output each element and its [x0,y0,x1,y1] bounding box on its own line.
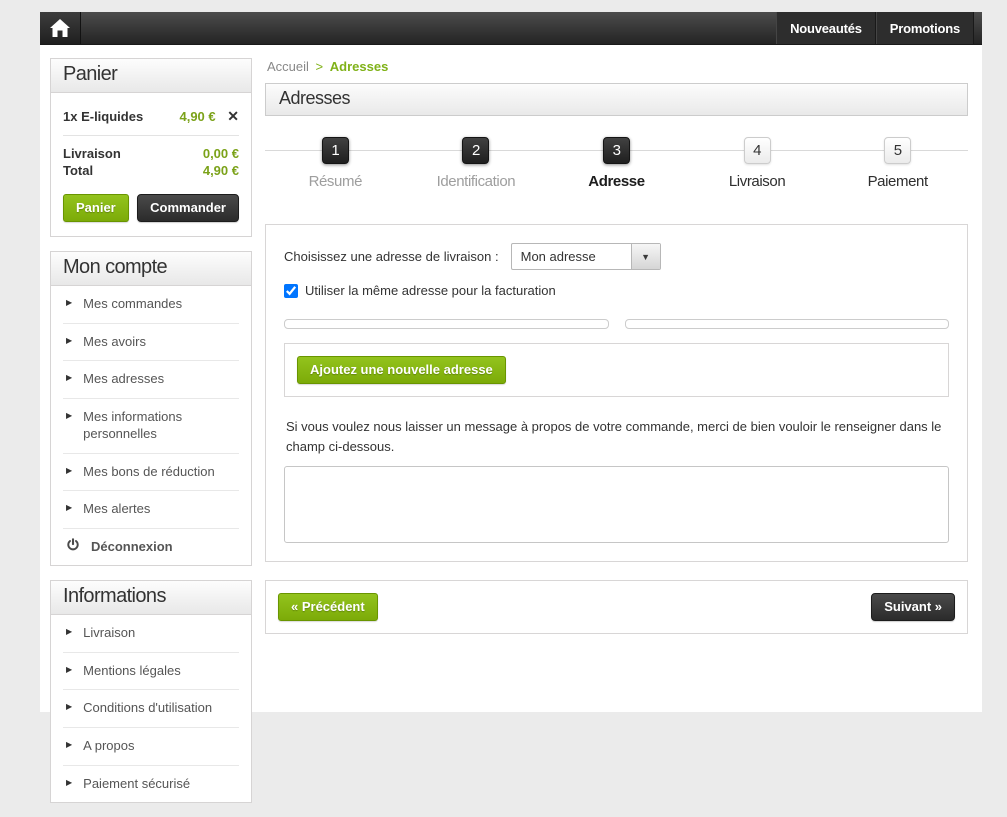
breadcrumb-home-link[interactable]: Accueil [267,59,309,74]
navbar-end-gap [974,12,982,44]
checkout-button[interactable]: Commander [137,194,239,222]
navbar-spacer [81,12,776,44]
cart-shipping-label: Livraison [63,146,121,161]
step-resume[interactable]: 1 Résumé [265,137,406,190]
billing-address-box [624,319,949,329]
sidebar-item-label: Conditions d'utilisation [83,700,213,716]
step-identification[interactable]: 2 Identification [406,137,547,190]
cart-block-title: Panier [51,59,251,93]
address-select[interactable]: Mon adresse ▼ [510,243,661,270]
page-title: Adresses [265,83,968,116]
information-block: Informations ▶ Livraison ▶ Mentions léga… [50,580,252,804]
nav-item-promotions[interactable]: Promotions [875,12,974,44]
cart-total-label: Total [63,163,94,178]
address-select-value: Mon adresse [520,249,596,264]
same-billing-address-label: Utiliser la même adresse pour la factura… [305,283,556,298]
arrow-right-icon: ▶ [66,702,73,712]
cart-item-row: 1x E-liquides 4,90 € ✕ [63,99,239,136]
sidebar-item-mes-alertes[interactable]: ▶ Mes alertes [63,491,239,529]
page-container: Nouveautés Promotions Panier 1x E-liquid… [40,12,982,804]
breadcrumb-current: Adresses [329,59,389,74]
sidebar-item-label: Mes commandes [83,296,183,311]
arrow-right-icon: ▶ [66,410,73,420]
sidebar-item-conditions-dutilisation[interactable]: ▶ Conditions d'utilisation [63,690,239,729]
sidebar-item-mes-adresses[interactable]: ▶ Mes adresses [63,361,239,399]
sidebar-item-livraison[interactable]: ▶ Livraison [63,615,239,653]
cart-button[interactable]: Panier [63,194,129,222]
step-label: Livraison [728,173,786,190]
arrow-right-icon: ▶ [66,664,73,674]
account-block-title: Mon compte [51,252,251,286]
step-label: Paiement [867,173,929,190]
sidebar-item-paiement-securise[interactable]: ▶ Paiement sécurisé [63,766,239,803]
sidebar-item-label: Mes avoirs [83,333,147,349]
step-number: 4 [743,137,771,164]
information-block-title: Informations [51,581,251,616]
power-icon [67,538,79,551]
sidebar-item-mentions-legales[interactable]: ▶ Mentions légales [63,653,239,691]
arrow-right-icon: ▶ [66,627,73,637]
home-icon [50,19,70,37]
breadcrumb: Accueil > Adresses [267,59,968,74]
step-label: Résumé [308,173,363,190]
step-livraison: 4 Livraison [687,137,828,190]
step-label: Identification [436,173,516,190]
sidebar-item-label: Mes bons de réduction [83,463,215,479]
arrow-right-icon: ▶ [66,298,73,307]
step-number: 2 [462,137,490,164]
step-number: 1 [321,137,349,164]
arrow-right-icon: ▶ [66,335,73,345]
arrow-right-icon: ▶ [66,465,73,475]
previous-button[interactable]: « Précédent [278,593,378,622]
order-message-hint: Si vous voulez nous laisser un message à… [286,419,942,455]
arrow-right-icon: ▶ [66,777,73,787]
sidebar-item-mes-informations-personnelles[interactable]: ▶ Mes informations personnelles [63,399,239,454]
add-address-button[interactable]: Ajoutez une nouvelle adresse [297,356,506,384]
address-select-label: Choisissez une adresse de livraison : [284,249,499,264]
sidebar-item-mes-avoirs[interactable]: ▶ Mes avoirs [63,324,239,362]
sidebar-item-mes-commandes[interactable]: ▶ Mes commandes [63,286,239,324]
delivery-address-box [284,319,609,329]
account-block: Mon compte ▶ Mes commandes ▶ Mes avoirs … [50,251,252,567]
cart-block: Panier 1x E-liquides 4,90 € ✕ Livraison … [50,58,252,237]
sidebar-item-mes-bons-de-reduction[interactable]: ▶ Mes bons de réduction [63,454,239,492]
sidebar-item-label: A propos [83,738,135,754]
checkout-steps: 1 Résumé 2 Identification 3 Adresse 4 Li… [265,137,968,202]
arrow-right-icon: ▶ [66,503,73,513]
address-form-box: Choisissez une adresse de livraison : Mo… [265,224,968,563]
sidebar-item-label: Mes informations personnelles [83,408,183,442]
sidebar-item-deconnexion[interactable]: Déconnexion [63,529,239,566]
sidebar-item-label: Mes adresses [83,371,165,387]
add-address-container: Ajoutez une nouvelle adresse [284,343,949,397]
order-message-textarea[interactable] [284,466,949,544]
sidebar-item-label: Livraison [83,625,136,641]
step-adresse: 3 Adresse [546,137,687,190]
top-navbar: Nouveautés Promotions [40,12,982,45]
next-button[interactable]: Suivant » [871,593,955,622]
cart-item-label: 1x E-liquides [63,109,144,124]
cart-shipping-value: 0,00 € [202,146,239,161]
home-button[interactable] [40,12,81,44]
arrow-right-icon: ▶ [66,740,73,750]
sidebar-item-label: Déconnexion [91,538,173,554]
step-number: 5 [884,137,912,164]
cart-item-price: 4,90 € [179,109,216,124]
arrow-right-icon: ▶ [66,373,73,383]
sidebar-item-label: Mes alertes [83,501,151,517]
sidebar-item-label: Mentions légales [83,662,181,678]
sidebar-item-label: Paiement sécurisé [83,775,191,791]
main-content: Accueil > Adresses Adresses 1 Résumé 2 I… [265,58,968,817]
remove-item-icon[interactable]: ✕ [227,108,239,124]
cart-total-value: 4,90 € [202,163,239,178]
nav-item-nouveautes[interactable]: Nouveautés [776,12,876,44]
step-label: Adresse [588,173,645,190]
chevron-down-icon: ▼ [630,244,660,269]
sidebar-item-a-propos[interactable]: ▶ A propos [63,728,239,766]
step-paiement: 5 Paiement [827,137,968,190]
same-billing-address-checkbox[interactable] [284,283,298,298]
step-number: 3 [602,137,630,164]
sidebar: Panier 1x E-liquides 4,90 € ✕ Livraison … [50,58,252,817]
navigation-footer: « Précédent Suivant » [265,580,968,635]
breadcrumb-separator: > [315,59,324,74]
